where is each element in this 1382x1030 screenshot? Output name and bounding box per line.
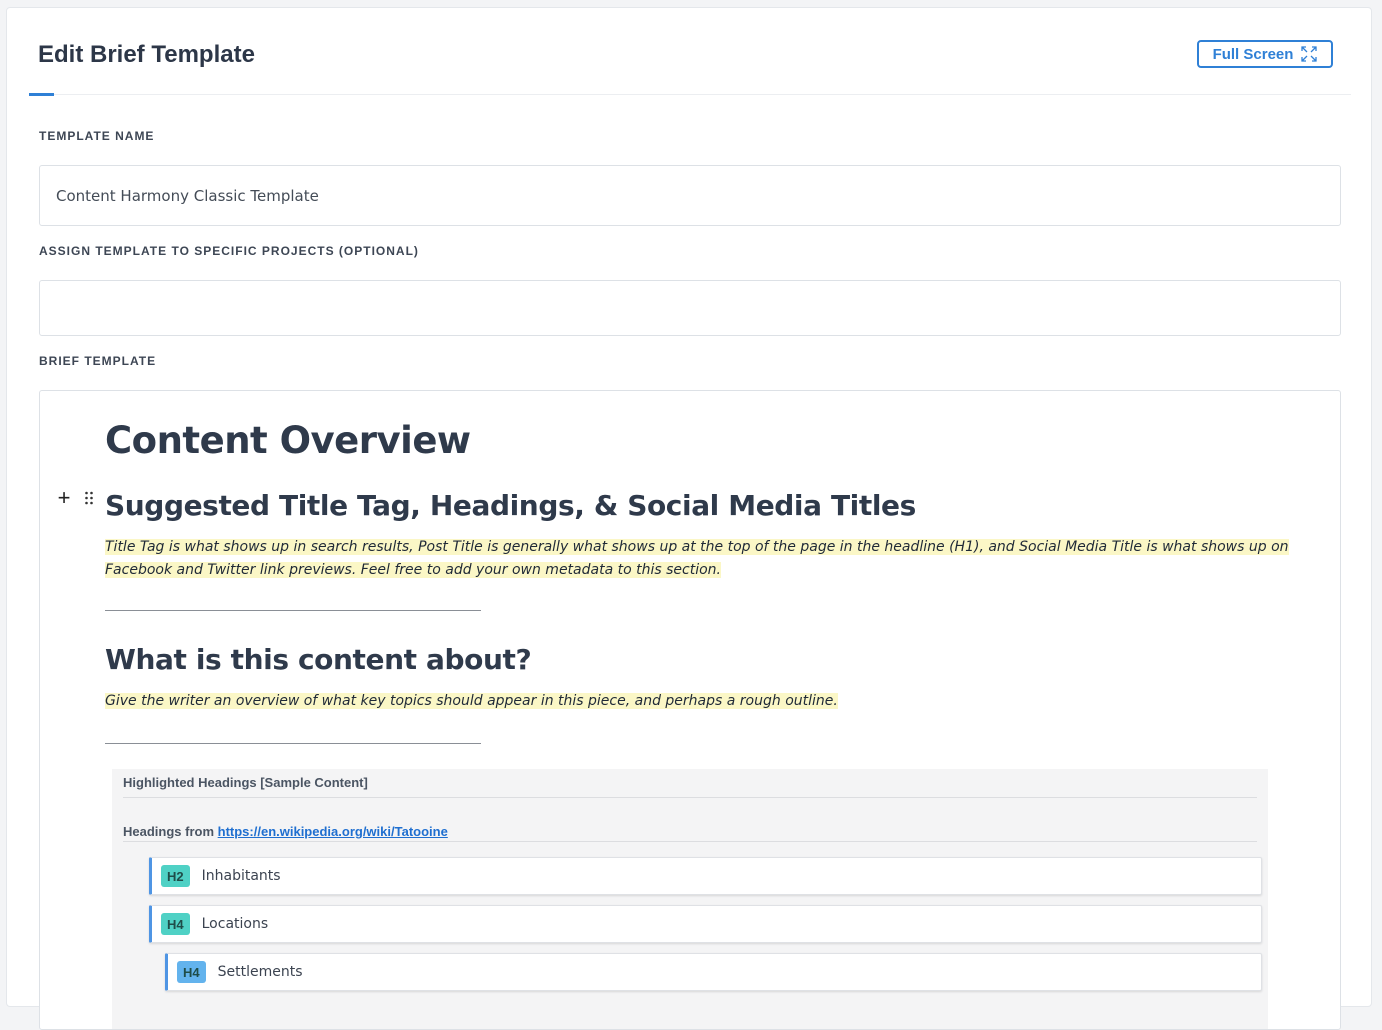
divider [123, 841, 1257, 842]
heading-tag-badge: H2 [161, 865, 190, 887]
title-tag-note-line-1: Title Tag is what shows up in search res… [105, 539, 1289, 555]
drag-handle-icon[interactable] [84, 491, 94, 507]
expand-arrows-icon [1301, 46, 1318, 62]
template-name-value: Content Harmony Classic Template [56, 186, 319, 205]
heading-tag-badge: H4 [161, 913, 190, 935]
heading-item-text: Locations [201, 916, 269, 932]
header-divider [29, 94, 1351, 95]
title-tag-note[interactable]: Title Tag is what shows up in search res… [105, 536, 1289, 582]
page-title: Edit Brief Template [38, 41, 255, 68]
template-name-input[interactable]: Content Harmony Classic Template [39, 165, 1341, 226]
title-tag-note-line-2: Facebook and Twitter link previews. Feel… [105, 562, 721, 578]
add-block-plus-icon[interactable]: + [54, 487, 74, 509]
headings-source: Headings from https://en.wikipedia.org/w… [123, 824, 448, 839]
highlighted-headings-block: Highlighted Headings [Sample Content] He… [112, 769, 1268, 1029]
highlighted-headings-title: Highlighted Headings [Sample Content] [123, 775, 368, 790]
content-about-note-text: Give the writer an overview of what key … [105, 693, 838, 709]
full-screen-button[interactable]: Full Screen [1197, 40, 1333, 68]
headings-source-link[interactable]: https://en.wikipedia.org/wiki/Tatooine [218, 824, 448, 839]
heading-item-locations[interactable]: H4 Locations [149, 905, 1262, 943]
separator-line [105, 743, 481, 744]
divider [123, 797, 1257, 798]
brief-template-label: BRIEF TEMPLATE [39, 354, 157, 368]
heading-item-settlements[interactable]: H4 Settlements [165, 953, 1262, 991]
headings-source-prefix: Headings from [123, 824, 215, 839]
editor-heading-content-overview[interactable]: Content Overview [105, 419, 471, 462]
template-name-label: TEMPLATE NAME [39, 129, 155, 143]
active-tab-indicator [29, 93, 54, 96]
separator-line [105, 610, 481, 611]
editor-heading-content-about[interactable]: What is this content about? [105, 643, 532, 676]
edit-brief-panel: Edit Brief Template Full Screen TEMPLATE… [6, 7, 1372, 1030]
heading-item-text: Inhabitants [201, 868, 281, 884]
panel-header: Edit Brief Template Full Screen [7, 8, 1371, 96]
assign-projects-label: ASSIGN TEMPLATE TO SPECIFIC PROJECTS (OP… [39, 244, 419, 258]
content-about-note[interactable]: Give the writer an overview of what key … [105, 690, 838, 713]
brief-template-editor[interactable]: Content Overview + Suggested Title Tag, … [39, 390, 1341, 1030]
full-screen-label: Full Screen [1212, 45, 1294, 63]
heading-item-text: Settlements [217, 964, 303, 980]
heading-tag-badge: H4 [177, 961, 206, 983]
editor-heading-title-tags[interactable]: Suggested Title Tag, Headings, & Social … [105, 489, 916, 522]
assign-projects-input[interactable] [39, 280, 1341, 336]
heading-item-inhabitants[interactable]: H2 Inhabitants [149, 857, 1262, 895]
